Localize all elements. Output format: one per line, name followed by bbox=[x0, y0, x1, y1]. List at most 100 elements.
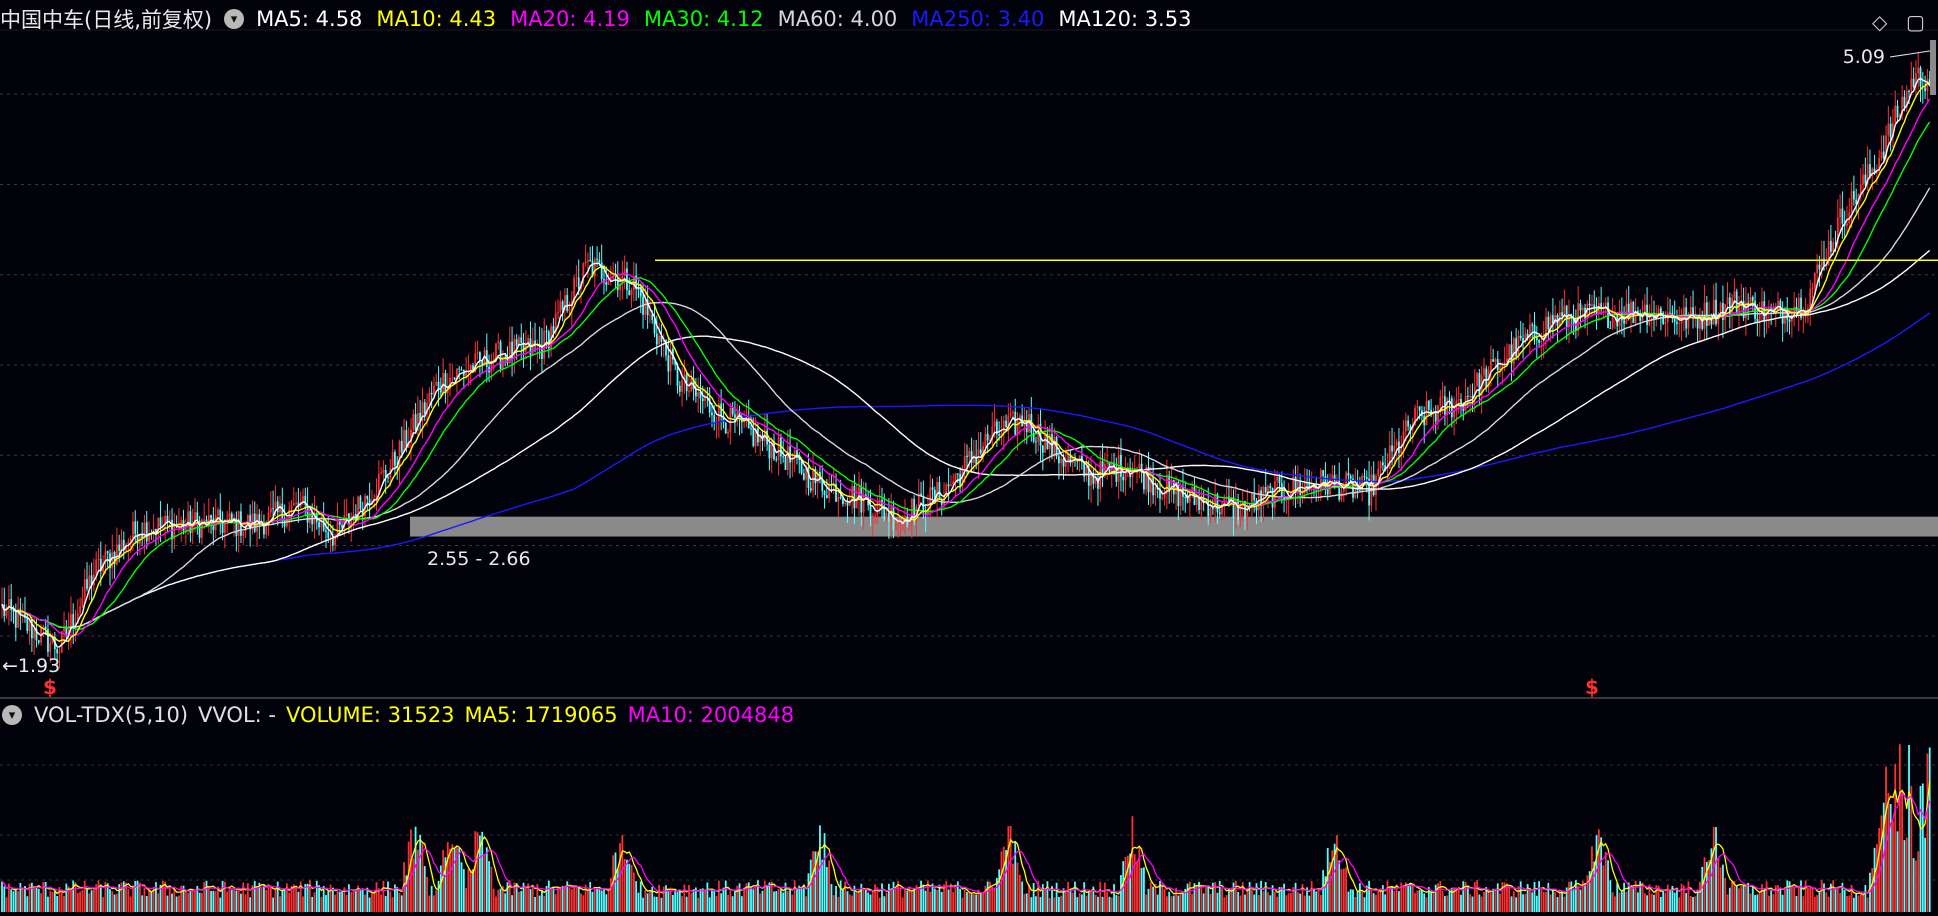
volume-bar bbox=[837, 896, 840, 912]
volume-bar bbox=[1512, 891, 1515, 912]
candle-body bbox=[88, 575, 91, 589]
candle-body bbox=[1540, 341, 1543, 343]
volume-bar bbox=[982, 892, 984, 912]
volume-bar bbox=[699, 888, 702, 912]
volume-bar bbox=[970, 894, 973, 912]
candle-body bbox=[1889, 123, 1892, 138]
volume-bar bbox=[341, 890, 343, 912]
volume-bar bbox=[1349, 889, 1352, 912]
volume-bar bbox=[1715, 827, 1717, 912]
volume-bar bbox=[963, 889, 966, 912]
candle-body bbox=[1404, 420, 1407, 432]
chevron-down-icon[interactable]: ▾ bbox=[2, 705, 22, 725]
volume-bar bbox=[1924, 837, 1927, 912]
candle-body bbox=[584, 261, 587, 264]
volume-bar bbox=[1048, 897, 1051, 912]
volume-bar bbox=[1747, 882, 1750, 912]
volume-bar bbox=[867, 892, 870, 912]
candle-body bbox=[869, 505, 872, 519]
candle-body bbox=[26, 617, 29, 631]
volume-bar bbox=[115, 893, 118, 912]
candle-body bbox=[274, 501, 277, 509]
candle-body bbox=[1813, 273, 1816, 288]
volume-bar bbox=[1848, 895, 1851, 912]
candle-body bbox=[966, 456, 968, 458]
volume-bar bbox=[1455, 887, 1458, 912]
candle-body bbox=[476, 352, 479, 354]
candle-body bbox=[1726, 297, 1729, 304]
candle-body bbox=[433, 385, 435, 395]
volume-bar bbox=[1813, 896, 1816, 912]
candle-body bbox=[387, 477, 389, 479]
volume-bar bbox=[1356, 891, 1359, 912]
volume-bar bbox=[1097, 896, 1099, 912]
volume-bar bbox=[127, 888, 130, 912]
candle-body bbox=[1751, 296, 1754, 302]
volume-bar bbox=[430, 885, 433, 912]
candle-body bbox=[950, 484, 952, 487]
volume-bar bbox=[1554, 892, 1557, 912]
volume-bar bbox=[60, 891, 63, 912]
volume-bar bbox=[881, 883, 883, 912]
candle-body bbox=[931, 487, 934, 490]
volume-bar bbox=[1317, 887, 1320, 912]
volume-bar bbox=[786, 891, 789, 912]
candle-body bbox=[217, 509, 219, 516]
volume-bar bbox=[1163, 888, 1166, 912]
volume-bar bbox=[1908, 744, 1910, 912]
candle-body bbox=[623, 268, 626, 276]
candle-body bbox=[1517, 335, 1520, 357]
volume-bar bbox=[1239, 895, 1242, 912]
diamond-icon[interactable]: ◇ bbox=[1872, 10, 1887, 34]
ma-legend: MA5: 4.58 MA10: 4.43 MA20: 4.19 MA30: 4.12 M… bbox=[256, 7, 1191, 31]
volume-bar bbox=[102, 897, 104, 912]
volume-bar bbox=[76, 892, 79, 912]
candle-body bbox=[1044, 433, 1047, 453]
volume-bar bbox=[460, 862, 463, 912]
candle-body bbox=[947, 484, 950, 487]
volume-bar bbox=[750, 886, 752, 912]
volume-bar bbox=[1418, 890, 1421, 912]
volume-bar bbox=[1260, 880, 1262, 912]
candle-body bbox=[697, 392, 700, 397]
volume-bar bbox=[1722, 864, 1724, 912]
volume-bar bbox=[1409, 882, 1412, 912]
volume-bar bbox=[692, 890, 695, 912]
candle-body bbox=[118, 544, 121, 551]
candle-body bbox=[1427, 400, 1430, 410]
volume-bar bbox=[791, 894, 794, 912]
volume-bar bbox=[814, 851, 817, 912]
volume-bar bbox=[711, 888, 713, 912]
candle-body bbox=[1715, 299, 1717, 325]
volume-bar bbox=[1607, 860, 1609, 912]
volume-bar bbox=[132, 885, 134, 912]
volume-bar bbox=[1809, 887, 1812, 912]
candle-body bbox=[1395, 441, 1398, 446]
volume-bar bbox=[782, 892, 785, 912]
candle-body bbox=[936, 482, 939, 502]
volume-bar bbox=[318, 885, 320, 912]
volume-bar bbox=[559, 886, 562, 912]
chevron-down-icon[interactable]: ▾ bbox=[224, 9, 245, 29]
volume-bar bbox=[1209, 893, 1212, 912]
volume-bar bbox=[348, 884, 350, 912]
volume-bar bbox=[1411, 886, 1414, 912]
candle-body bbox=[242, 531, 245, 536]
candle-body bbox=[938, 482, 941, 500]
volume-bar bbox=[1572, 888, 1575, 912]
candle-body bbox=[1547, 316, 1550, 330]
volume-bar bbox=[968, 892, 971, 912]
volume-bar bbox=[1519, 881, 1522, 912]
volume-bar bbox=[70, 889, 72, 912]
volume-bar bbox=[1802, 896, 1805, 912]
volume-bar bbox=[157, 893, 160, 912]
volume-bar bbox=[892, 881, 895, 912]
volume-bar bbox=[662, 886, 665, 912]
window-icon[interactable]: ▢ bbox=[1906, 10, 1925, 34]
volume-bar bbox=[184, 891, 187, 912]
volume-bar bbox=[1483, 891, 1485, 912]
volume-bar bbox=[1257, 895, 1260, 912]
ma-legend-item: MA60: 4.00 bbox=[777, 7, 898, 31]
candle-body bbox=[1538, 340, 1541, 343]
candle-body bbox=[1191, 486, 1194, 490]
